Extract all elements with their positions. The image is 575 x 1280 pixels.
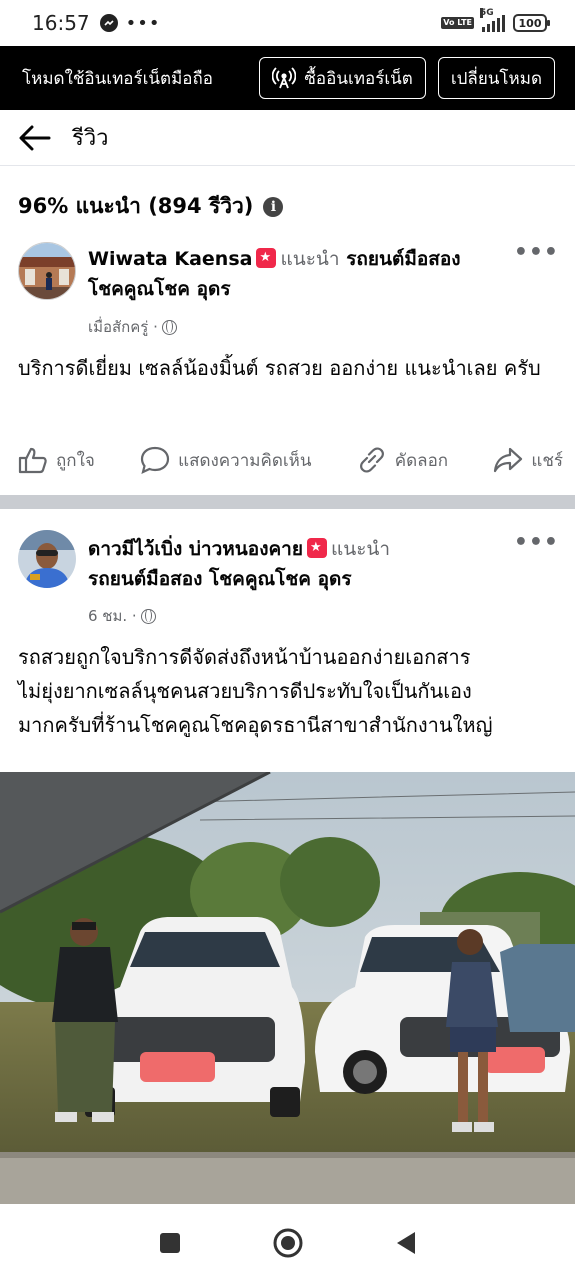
back-icon[interactable] bbox=[394, 1230, 418, 1256]
thumbs-up-icon bbox=[18, 447, 47, 474]
recommend-badge-icon bbox=[256, 248, 277, 268]
review-2-meta: 6 ชม. · bbox=[88, 604, 156, 628]
review-photo[interactable] bbox=[0, 772, 575, 1204]
page-name-line1[interactable]: รถยนต์มือสอง bbox=[346, 248, 460, 270]
like-button[interactable]: ถูกใจ bbox=[18, 446, 95, 474]
page-title: รีวิว bbox=[72, 126, 109, 151]
review-divider bbox=[0, 495, 575, 509]
author-name[interactable]: ดาวมีไว้เบิ่ง บ่าวหนองคาย bbox=[88, 538, 303, 560]
page-name[interactable]: รถยนต์มือสอง โชคคูณโชค อุดร bbox=[88, 568, 352, 590]
review-1-text: บริการดีเยี่ยม เซลล์น้องมิ้นต์ รถสวย ออก… bbox=[18, 356, 541, 380]
link-icon bbox=[359, 447, 384, 473]
system-nav-bar bbox=[0, 1205, 575, 1280]
app-header: รีวิว bbox=[0, 110, 575, 166]
review-1-more-button[interactable]: ••• bbox=[514, 240, 559, 265]
network-type: 5G bbox=[480, 8, 494, 18]
review-2-more-button[interactable]: ••• bbox=[514, 530, 559, 555]
signal-icon: 5G bbox=[480, 8, 505, 32]
share-label: แชร์ bbox=[531, 450, 563, 471]
post-time[interactable]: 6 ชม. · bbox=[88, 604, 137, 628]
review-1-meta: เมื่อสักครู่ · bbox=[88, 315, 177, 339]
share-button[interactable]: แชร์ bbox=[493, 446, 563, 474]
switch-mode-button[interactable]: เปลี่ยนโหมด bbox=[437, 57, 555, 99]
status-bar: 16:57 ••• Vo LTE 5G 100 bbox=[0, 0, 575, 46]
buy-internet-label: ซื้ออินเทอร์เน็ต bbox=[304, 68, 413, 89]
battery-level: 100 bbox=[518, 16, 542, 30]
banner-message: โหมดใช้อินเทอร์เน็ตมือถือ bbox=[22, 68, 214, 89]
recent-apps-icon[interactable] bbox=[158, 1231, 182, 1255]
back-arrow-icon[interactable] bbox=[18, 121, 52, 155]
avatar[interactable] bbox=[18, 242, 76, 300]
review-2-text-line: ไม่ยุ่งยากเซลล์นุชคนสวยบริการดีประทับใจเ… bbox=[18, 679, 472, 703]
more-notifications-icon: ••• bbox=[125, 12, 161, 34]
broadcast-icon bbox=[272, 67, 297, 89]
copy-button[interactable]: คัดลอก bbox=[357, 446, 448, 474]
home-icon[interactable] bbox=[272, 1227, 304, 1259]
like-label: ถูกใจ bbox=[56, 450, 95, 471]
avatar[interactable] bbox=[18, 530, 76, 588]
review-2-text-line: รถสวยถูกใจบริการดีจัดส่งถึงหน้าบ้านออกง่… bbox=[18, 645, 471, 669]
recommend-label: แนะนำ bbox=[280, 248, 340, 270]
review-1-header: Wiwata Kaensa แนะนำ รถยนต์มือสอง โชคคูณโช… bbox=[88, 244, 508, 304]
review-2-text: รถสวยถูกใจบริการดีจัดส่งถึงหน้าบ้านออกง่… bbox=[18, 640, 563, 742]
volte-icon: Vo LTE bbox=[441, 17, 474, 29]
page-name-line2[interactable]: โชคคูณโชค อุดร bbox=[88, 278, 231, 300]
copy-label: คัดลอก bbox=[394, 450, 449, 471]
summary-text: 96% แนะนำ (894 รีวิว) bbox=[18, 194, 254, 218]
globe-icon bbox=[161, 319, 177, 335]
recommend-badge-icon bbox=[306, 538, 327, 558]
review-2-text-line: มากครับที่ร้านโชคคูณโชคอุดรธานีสาขาสำนัก… bbox=[18, 713, 493, 737]
comment-button[interactable]: แสดงความคิดเห็น bbox=[140, 446, 312, 474]
messenger-icon bbox=[99, 14, 118, 32]
status-time: 16:57 bbox=[32, 11, 90, 35]
share-icon bbox=[494, 447, 523, 473]
comment-label: แสดงความคิดเห็น bbox=[178, 450, 312, 471]
globe-icon bbox=[140, 608, 156, 624]
info-icon[interactable]: i bbox=[263, 196, 284, 217]
buy-internet-button[interactable]: ซื้ออินเทอร์เน็ต bbox=[259, 57, 426, 99]
mobile-data-banner: โหมดใช้อินเทอร์เน็ตมือถือ ซื้ออินเทอร์เน… bbox=[0, 46, 575, 110]
author-name[interactable]: Wiwata Kaensa bbox=[88, 248, 252, 270]
review-summary: 96% แนะนำ (894 รีวิว) i bbox=[18, 190, 284, 223]
comment-icon bbox=[141, 446, 170, 474]
review-2-header: ดาวมีไว้เบิ่ง บ่าวหนองคาย แนะนำ รถยนต์มือ… bbox=[88, 534, 508, 594]
battery-icon: 100 bbox=[513, 14, 550, 32]
recommend-label: แนะนำ bbox=[330, 538, 391, 560]
post-time[interactable]: เมื่อสักครู่ · bbox=[88, 315, 158, 339]
switch-mode-label: เปลี่ยนโหมด bbox=[450, 68, 542, 89]
review-1-actions: ถูกใจ แสดงความคิดเห็น คัดลอก แชร์ bbox=[18, 446, 563, 474]
